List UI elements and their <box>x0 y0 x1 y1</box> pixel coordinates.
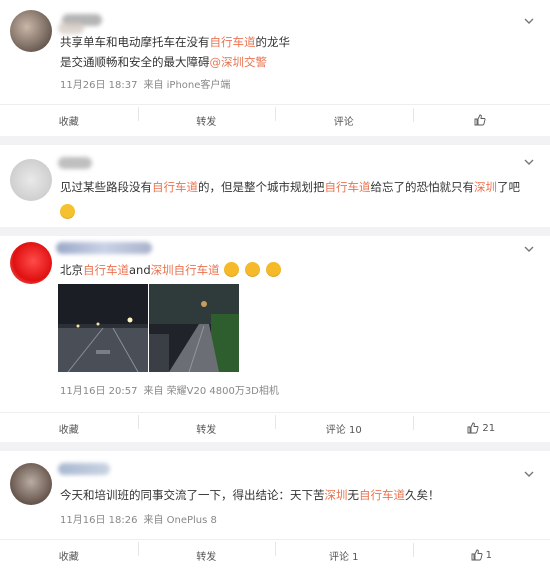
source[interactable]: 来自 iPhone客户端 <box>143 80 230 91</box>
thumbs-up-icon <box>471 549 483 561</box>
highlight-link[interactable]: 深圳 <box>474 180 497 194</box>
favorite-button[interactable]: 收藏 <box>0 421 138 436</box>
highlight-link[interactable]: 深圳自行车道 <box>151 263 220 277</box>
avatar[interactable] <box>10 242 52 284</box>
favorite-label: 收藏 <box>58 424 79 436</box>
avatar[interactable] <box>10 159 52 201</box>
post-meta: 11月26日 18:37 来自 iPhone客户端 <box>60 76 230 91</box>
repost-button[interactable]: 转发 <box>137 541 276 563</box>
repost-label: 转发 <box>196 116 217 128</box>
chevron-down-icon[interactable] <box>522 155 536 169</box>
text-part: 今天和培训班的同事交流了一下，得出结论：天下苦 <box>60 488 325 502</box>
post-card: 见过某些路段没有自行车道的，但是整个城市规划把自行车道给忘了的恐怕就只有深圳了吧 <box>0 145 550 227</box>
favorite-label: 收藏 <box>58 116 79 128</box>
emoji-row <box>60 201 81 220</box>
action-bar: 收藏 转发 评论 10 21 <box>0 412 550 443</box>
comment-label: 评论 <box>333 116 354 128</box>
smile-emoji-icon <box>60 204 75 219</box>
timestamp[interactable]: 11月16日 20:57 <box>60 386 137 397</box>
photo-beijing-bike-lane[interactable] <box>58 284 148 372</box>
text-part: 的，但是整个城市规划把 <box>198 180 325 194</box>
highlight-link[interactable]: 自行车道 <box>152 180 198 194</box>
post-content: 见过某些路段没有自行车道的，但是整个城市规划把自行车道给忘了的恐怕就只有深圳了吧 <box>60 177 534 197</box>
timestamp[interactable]: 11月16日 18:26 <box>60 515 137 526</box>
text-part: 了吧 <box>497 180 520 194</box>
avatar[interactable] <box>10 463 52 505</box>
text-part: 见过某些路段没有 <box>60 180 152 194</box>
like-button[interactable]: 21 <box>412 416 550 434</box>
text-part: 的龙华 <box>255 35 291 49</box>
text-part: 久矣！ <box>405 488 440 502</box>
chevron-down-icon[interactable] <box>522 14 536 28</box>
favorite-button[interactable]: 收藏 <box>0 113 138 128</box>
photo-shenzhen-bike-lane[interactable] <box>149 284 239 372</box>
comment-button[interactable]: 评论 10 <box>275 414 413 436</box>
comment-button[interactable]: 评论 <box>275 106 413 128</box>
repost-button[interactable]: 转发 <box>137 106 276 128</box>
post-meta: 11月16日 20:57 来自 荣耀V20 4800万3D相机 <box>60 382 279 397</box>
username-blurred[interactable] <box>58 463 110 475</box>
post-content: 今天和培训班的同事交流了一下，得出结论：天下苦深圳无自行车道久矣！ <box>60 485 534 505</box>
comment-button[interactable]: 评论 1 <box>275 541 413 563</box>
thumbs-up-icon <box>474 114 486 126</box>
post-meta: 11月16日 18:26 来自 OnePlus 8 <box>60 511 217 526</box>
comment-label: 评论 10 <box>325 424 362 436</box>
username-blurred[interactable] <box>58 157 92 169</box>
like-button[interactable]: 1 <box>412 543 550 561</box>
like-count: 21 <box>482 422 496 434</box>
mention-link[interactable]: @深圳交警 <box>210 55 268 69</box>
sweat-emoji-icon <box>265 262 281 277</box>
sweat-emoji-icon <box>244 262 260 277</box>
post-card: 今天和培训班的同事交流了一下，得出结论：天下苦深圳无自行车道久矣！ 11月16日… <box>0 451 550 571</box>
comment-label: 评论 1 <box>328 551 359 563</box>
post-content: 共享单车和电动摩托车在没有自行车道的龙华 <box>60 32 534 52</box>
highlight-link[interactable]: 自行车道 <box>325 180 371 194</box>
text-part: and <box>129 263 151 277</box>
like-button[interactable] <box>412 108 550 126</box>
favorite-label: 收藏 <box>58 551 79 563</box>
action-bar: 收藏 转发 评论 1 1 <box>0 539 550 570</box>
post-content-line2: 是交通顺畅和安全的最大障碍@深圳交警 <box>60 52 534 72</box>
thumbs-up-icon <box>467 422 479 434</box>
avatar[interactable] <box>10 10 52 52</box>
text-part: 共享单车和电动摩托车在没有 <box>60 35 210 49</box>
chevron-down-icon[interactable] <box>522 242 536 256</box>
highlight-link[interactable]: 自行车道 <box>359 488 405 502</box>
timestamp[interactable]: 11月26日 18:37 <box>60 80 137 91</box>
source[interactable]: 来自 荣耀V20 4800万3D相机 <box>143 386 278 397</box>
repost-label: 转发 <box>196 551 217 563</box>
username-blurred[interactable] <box>56 242 152 254</box>
chevron-down-icon[interactable] <box>522 467 536 481</box>
post-content: 北京自行车道and深圳自行车道 <box>60 260 534 280</box>
favorite-button[interactable]: 收藏 <box>0 548 138 563</box>
sweat-emoji-icon <box>223 262 239 277</box>
highlight-link[interactable]: 自行车道 <box>210 35 256 49</box>
highlight-link[interactable]: 自行车道 <box>83 263 129 277</box>
text-part: 北京 <box>60 263 83 277</box>
like-count: 1 <box>485 549 492 561</box>
text-part: 是交通顺畅和安全的最大障碍 <box>60 55 210 69</box>
post-card: 共享单车和电动摩托车在没有自行车道的龙华 是交通顺畅和安全的最大障碍@深圳交警 … <box>0 0 550 136</box>
highlight-link[interactable]: 深圳 <box>325 488 348 502</box>
repost-button[interactable]: 转发 <box>137 414 276 436</box>
text-part: 无 <box>347 488 360 502</box>
text-part: 给忘了的恐怕就只有 <box>370 180 475 194</box>
action-bar: 收藏 转发 评论 <box>0 104 550 135</box>
source[interactable]: 来自 OnePlus 8 <box>143 515 216 526</box>
repost-label: 转发 <box>196 424 217 436</box>
